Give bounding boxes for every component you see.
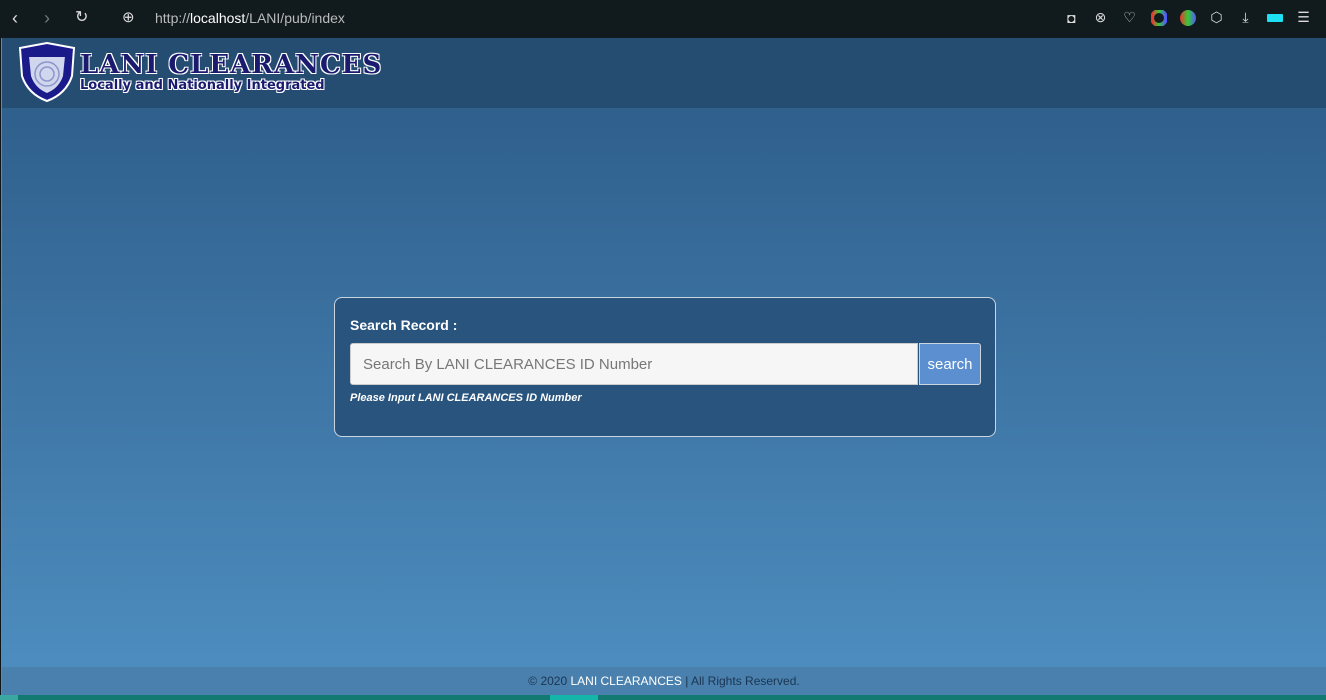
footer-rights: | All Rights Reserved. xyxy=(685,674,800,688)
battery-icon[interactable] xyxy=(1266,9,1283,26)
taskbar-strip xyxy=(0,695,1326,700)
address-bar[interactable]: http://localhost/LANI/pub/index xyxy=(155,10,345,26)
shield-x-icon[interactable]: ⊗ xyxy=(1092,9,1109,26)
copyright-year: © 2020 xyxy=(528,674,568,688)
color-wheel-icon[interactable] xyxy=(1150,9,1167,26)
search-label: Search Record : xyxy=(350,317,458,333)
reload-icon[interactable]: ↻ xyxy=(75,9,88,27)
logo-subtitle: Locally and Nationally Integrated xyxy=(80,78,325,93)
site-header: LANI CLEARANCES Locally and Nationally I… xyxy=(2,38,1326,108)
search-button[interactable]: search xyxy=(919,343,981,385)
page: LANI CLEARANCES Locally and Nationally I… xyxy=(1,38,1326,695)
url-host: localhost xyxy=(190,10,246,26)
cube-icon[interactable]: ⬡ xyxy=(1208,9,1225,26)
forward-icon[interactable]: › xyxy=(44,9,50,27)
color-picker-icon[interactable] xyxy=(1179,9,1196,26)
settings-sliders-icon[interactable]: ☰ xyxy=(1295,9,1312,26)
id-number-search-input[interactable] xyxy=(350,343,918,385)
browser-toolbar: ‹ › ↻ ⊕ http://localhost/LANI/pub/index … xyxy=(0,0,1326,38)
back-icon[interactable]: ‹ xyxy=(12,9,18,27)
site-logo[interactable]: LANI CLEARANCES Locally and Nationally I… xyxy=(16,42,382,102)
site-footer: © 2020 LANI CLEARANCES | All Rights Rese… xyxy=(2,667,1326,695)
camera-icon[interactable]: ◘ xyxy=(1063,9,1080,26)
logo-title: LANI CLEARANCES xyxy=(80,50,383,80)
shield-logo-icon xyxy=(18,42,76,102)
url-path: /LANI/pub/index xyxy=(245,10,345,26)
url-prefix: http:// xyxy=(155,10,191,26)
search-record-card: Search Record : search Please Input LANI… xyxy=(334,297,996,437)
footer-brand: LANI CLEARANCES xyxy=(570,674,682,688)
search-hint: Please Input LANI CLEARANCES ID Number xyxy=(350,392,582,404)
heart-icon[interactable]: ♡ xyxy=(1121,9,1138,26)
globe-icon: ⊕ xyxy=(122,9,135,26)
download-icon[interactable]: ⤓ xyxy=(1237,9,1254,26)
